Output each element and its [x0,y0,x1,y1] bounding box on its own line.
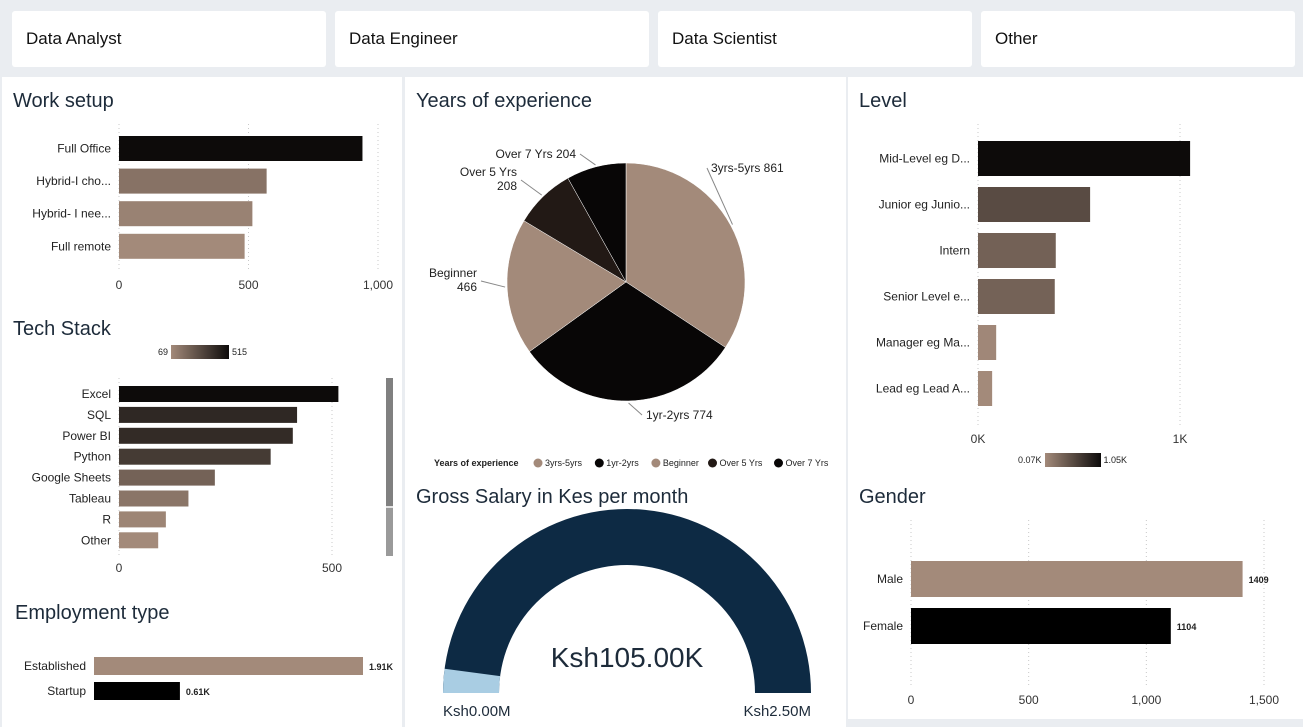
gender-chart: 0 500 1,000 1,500 Male 1409 Female 1104 [863,520,1279,707]
x-tick-label: 1,000 [1131,693,1161,707]
x-tick-label: 1,500 [1249,693,1279,707]
category-label: Male [877,572,903,586]
data-label: 1104 [1177,622,1197,632]
bar [911,561,1243,597]
bar [911,608,1171,644]
data-label: 1409 [1249,575,1269,585]
category-label: Female [863,619,903,633]
x-tick-label: 500 [1019,693,1039,707]
x-tick-label: 0 [908,693,915,707]
